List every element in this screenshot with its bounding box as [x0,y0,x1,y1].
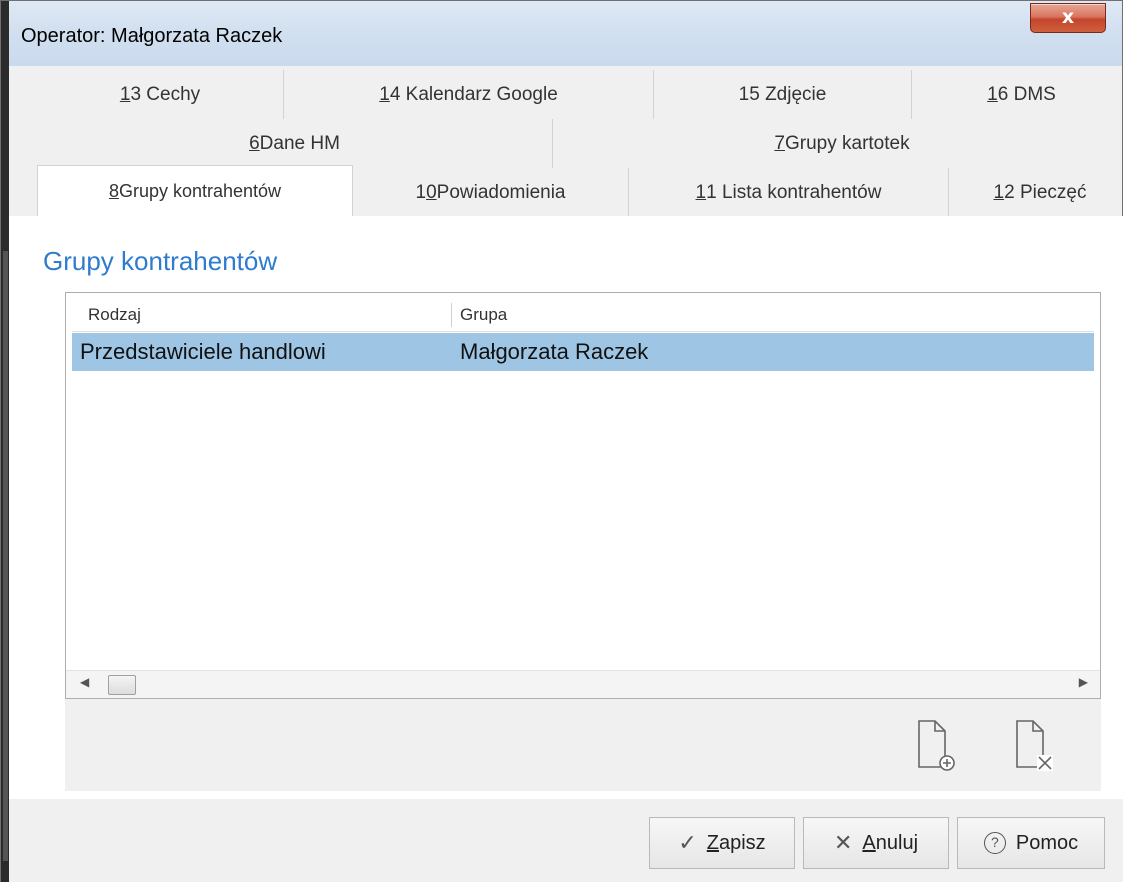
tab-content-panel: Grupy kontrahentów Rodzaj Grupa Przedsta… [9,216,1123,799]
column-header-grupa[interactable]: Grupa [460,305,507,325]
help-icon: ? [983,832,1006,854]
help-button[interactable]: ? Pomoc [957,817,1105,869]
tab-lista-kontrahentow[interactable]: 11 Lista kontrahentów [629,168,949,217]
tab-grupy-kontrahentow[interactable]: 8 Grupy kontrahentów [37,165,353,217]
grid-header: Rodzaj Grupa [72,297,1094,332]
horizontal-scrollbar[interactable]: ◀ ▶ [66,670,1100,698]
cell-rodzaj: Przedstawiciele handlowi [80,339,326,364]
cancel-button[interactable]: ✕ Anuluj [803,817,949,869]
delete-document-icon[interactable] [1013,719,1059,773]
tab-pieczec[interactable]: 12 Pieczęć [949,168,1123,217]
close-icon: ✕ [833,830,853,855]
tab-strip: 13 Cechy 14 Kalendarz Google 15 Zdjęcie … [9,66,1123,217]
tab-row-3: 8 Grupy kontrahentów 10 Powiadomienia 11… [37,165,1123,217]
tab-cechy[interactable]: 13 Cechy [37,70,284,119]
save-button[interactable]: ✓ Zapisz [649,817,795,869]
tab-dane-hm[interactable]: 6 Dane HM [37,119,553,168]
section-title: Grupy kontrahentów [43,246,278,276]
tab-row-2: 6 Dane HM 7 Grupy kartotek [37,119,1123,168]
cell-grupa: Małgorzata Raczek [460,339,649,364]
tab-powiadomienia[interactable]: 10 Powiadomienia [353,168,629,217]
table-row[interactable]: Przedstawiciele handlowi Małgorzata Racz… [72,333,1094,371]
grid-toolbar [65,699,1101,791]
tab-row-1: 13 Cechy 14 Kalendarz Google 15 Zdjęcie … [37,70,1123,119]
dialog-footer: ✓ Zapisz ✕ Anuluj ? Pomoc [9,799,1123,882]
tab-grupy-kartotek[interactable]: 7 Grupy kartotek [553,119,1123,168]
close-icon: x [1061,6,1075,28]
tab-dms[interactable]: 16 DMS [912,70,1123,119]
checkmark-icon: ✓ [678,830,697,855]
add-document-icon[interactable] [915,719,961,773]
scroll-thumb[interactable] [108,675,136,695]
tab-kalendarz-google[interactable]: 14 Kalendarz Google [284,70,654,119]
window-title: Operator: Małgorzata Raczek [21,25,283,47]
close-button[interactable]: x [1030,3,1106,33]
tab-zdjecie[interactable]: 15 Zdjęcie [654,70,912,119]
scroll-left-icon[interactable]: ◀ [80,675,89,689]
dialog-window: Operator: Małgorzata Raczek x 13 Cechy 1… [0,0,1123,882]
scroll-right-icon[interactable]: ▶ [1079,675,1088,689]
column-header-rodzaj[interactable]: Rodzaj [88,305,141,325]
left-edge [1,1,9,882]
groups-grid[interactable]: Rodzaj Grupa Przedstawiciele handlowi Ma… [65,292,1101,699]
column-separator[interactable] [451,303,452,327]
